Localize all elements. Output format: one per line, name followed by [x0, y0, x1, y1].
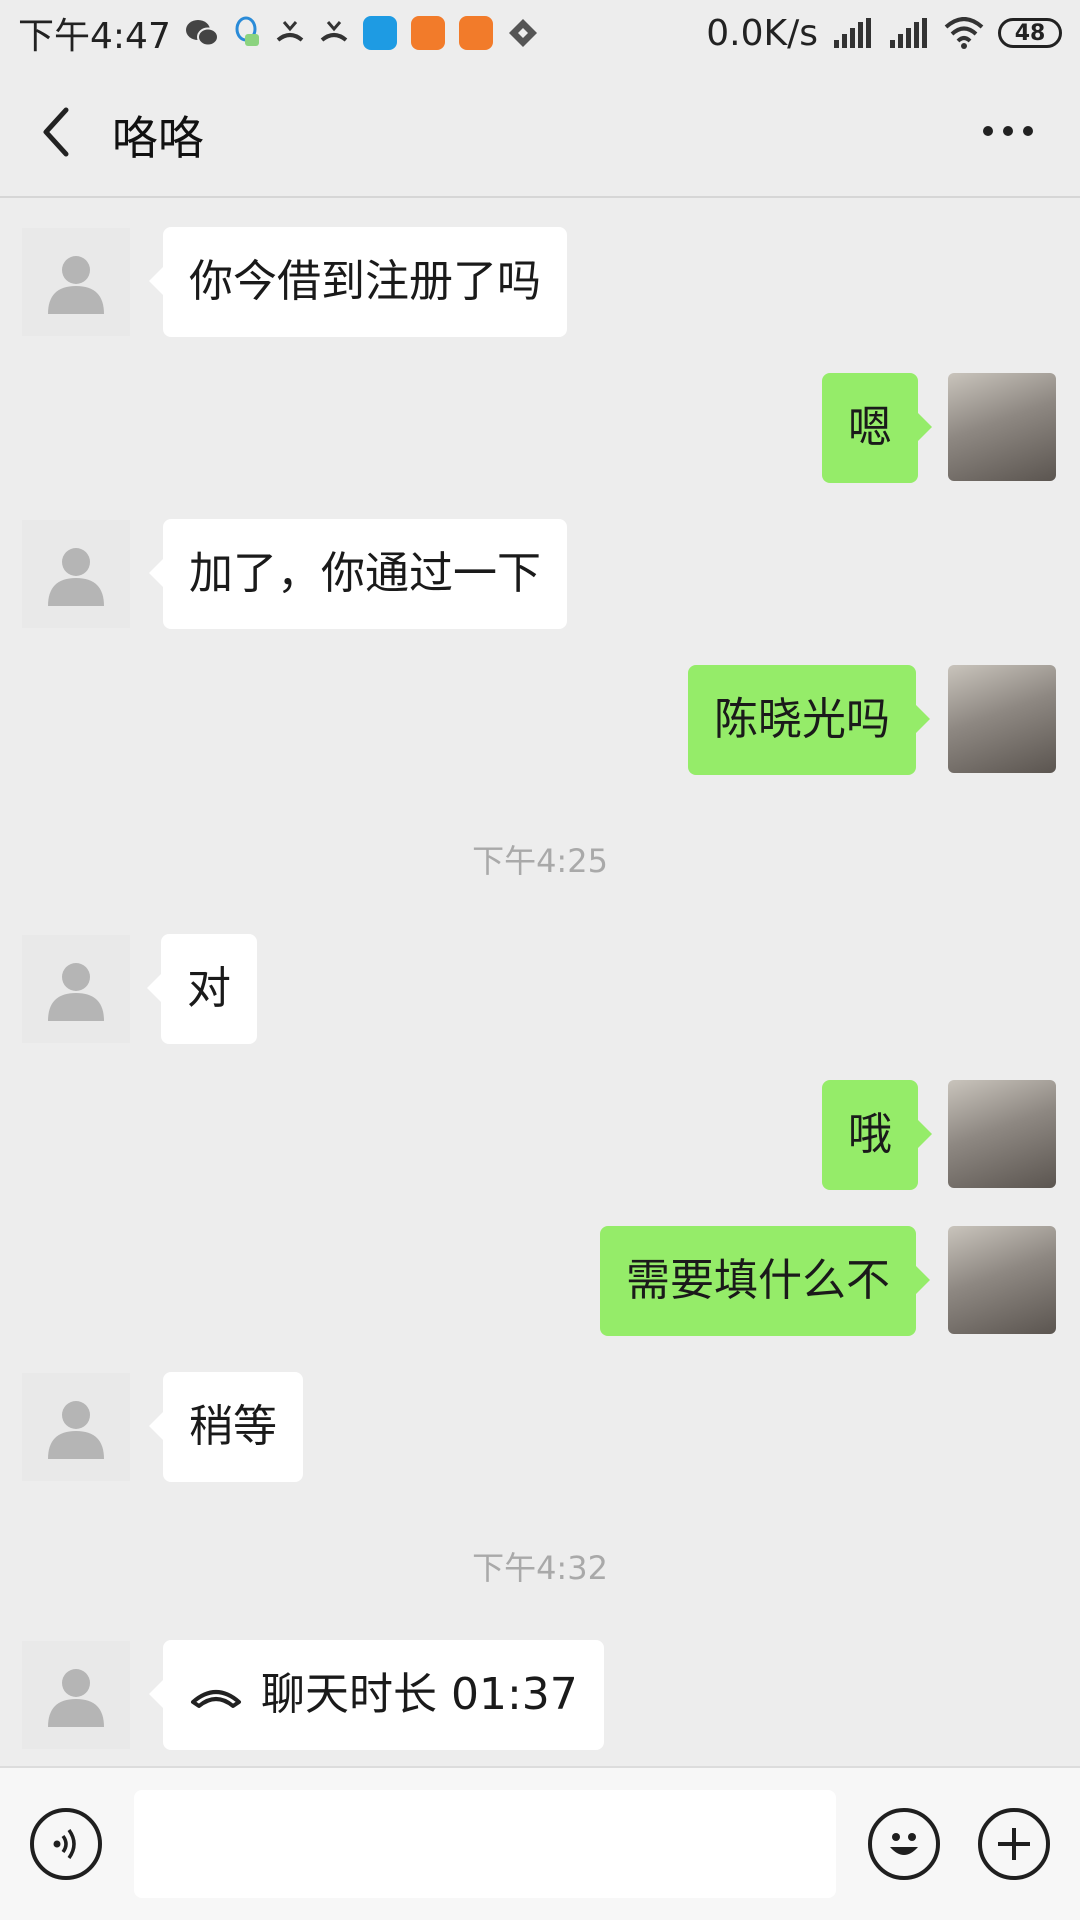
app-icon	[362, 16, 397, 50]
wifi-icon	[944, 17, 984, 49]
message-bubble[interactable]: 陈晓光吗	[688, 665, 930, 775]
message-bubble[interactable]: 哦	[822, 1080, 932, 1190]
contact-avatar[interactable]	[22, 1373, 130, 1481]
qq-icon	[235, 16, 259, 46]
contact-avatar[interactable]	[22, 228, 130, 336]
message-bubble[interactable]: 对	[147, 934, 257, 1044]
signal-icon	[834, 18, 871, 48]
voice-input-button[interactable]	[30, 1808, 102, 1880]
chat-header: 咯咯	[0, 66, 1080, 198]
diamond-app-icon	[508, 19, 537, 47]
default-avatar-icon	[48, 548, 104, 606]
status-time: 下午4:47	[18, 16, 171, 57]
message-bubble[interactable]: 加了，你通过一下	[149, 519, 567, 629]
message-bubble[interactable]: 需要填什么不	[600, 1226, 930, 1336]
missed-call-icon	[276, 21, 304, 42]
default-avatar-icon	[48, 1401, 104, 1459]
back-arrow-icon[interactable]	[36, 104, 82, 160]
message-bubble[interactable]: 你今借到注册了吗	[149, 227, 567, 337]
default-avatar-icon	[48, 963, 104, 1021]
signal-icon	[890, 18, 927, 48]
my-avatar[interactable]	[948, 373, 1056, 481]
message-input[interactable]	[134, 1790, 836, 1898]
emoji-button[interactable]	[868, 1808, 940, 1880]
my-avatar[interactable]	[948, 1226, 1056, 1334]
missed-call-icon	[320, 21, 348, 42]
network-speed: 0.0K/s	[706, 12, 818, 54]
wechat-icon	[185, 20, 219, 47]
default-avatar-icon	[48, 256, 104, 314]
uc-browser-icon	[410, 16, 445, 50]
contact-avatar[interactable]	[22, 935, 130, 1043]
contact-avatar[interactable]	[22, 1641, 130, 1749]
message-bubble[interactable]: 稍等	[149, 1372, 303, 1482]
plus-icon	[998, 1828, 1030, 1860]
call-duration-text: 聊天时长 01:37	[261, 1669, 578, 1720]
input-bar	[0, 1766, 1080, 1920]
my-avatar[interactable]	[948, 1080, 1056, 1188]
message-bubble[interactable]: 嗯	[822, 373, 932, 483]
more-functions-button[interactable]	[978, 1808, 1050, 1880]
emoji-icon	[890, 1833, 918, 1855]
voice-icon	[53, 1828, 76, 1860]
message-timestamp: 下午4:32	[472, 1549, 608, 1587]
default-avatar-icon	[48, 1669, 104, 1727]
uc-browser-icon	[458, 16, 493, 50]
notification-icons	[185, 16, 539, 50]
chat-title: 咯咯	[112, 111, 204, 165]
contact-avatar[interactable]	[22, 520, 130, 628]
battery-indicator: 48	[998, 18, 1062, 48]
message-timestamp: 下午4:25	[472, 842, 608, 880]
more-options-icon[interactable]	[980, 116, 1036, 146]
my-avatar[interactable]	[948, 665, 1056, 773]
call-record-bubble[interactable]: 聊天时长 01:37	[149, 1640, 604, 1750]
phone-hangup-icon	[191, 1690, 241, 1708]
status-bar: 下午4:47 0.0K/s 48	[0, 0, 1080, 66]
